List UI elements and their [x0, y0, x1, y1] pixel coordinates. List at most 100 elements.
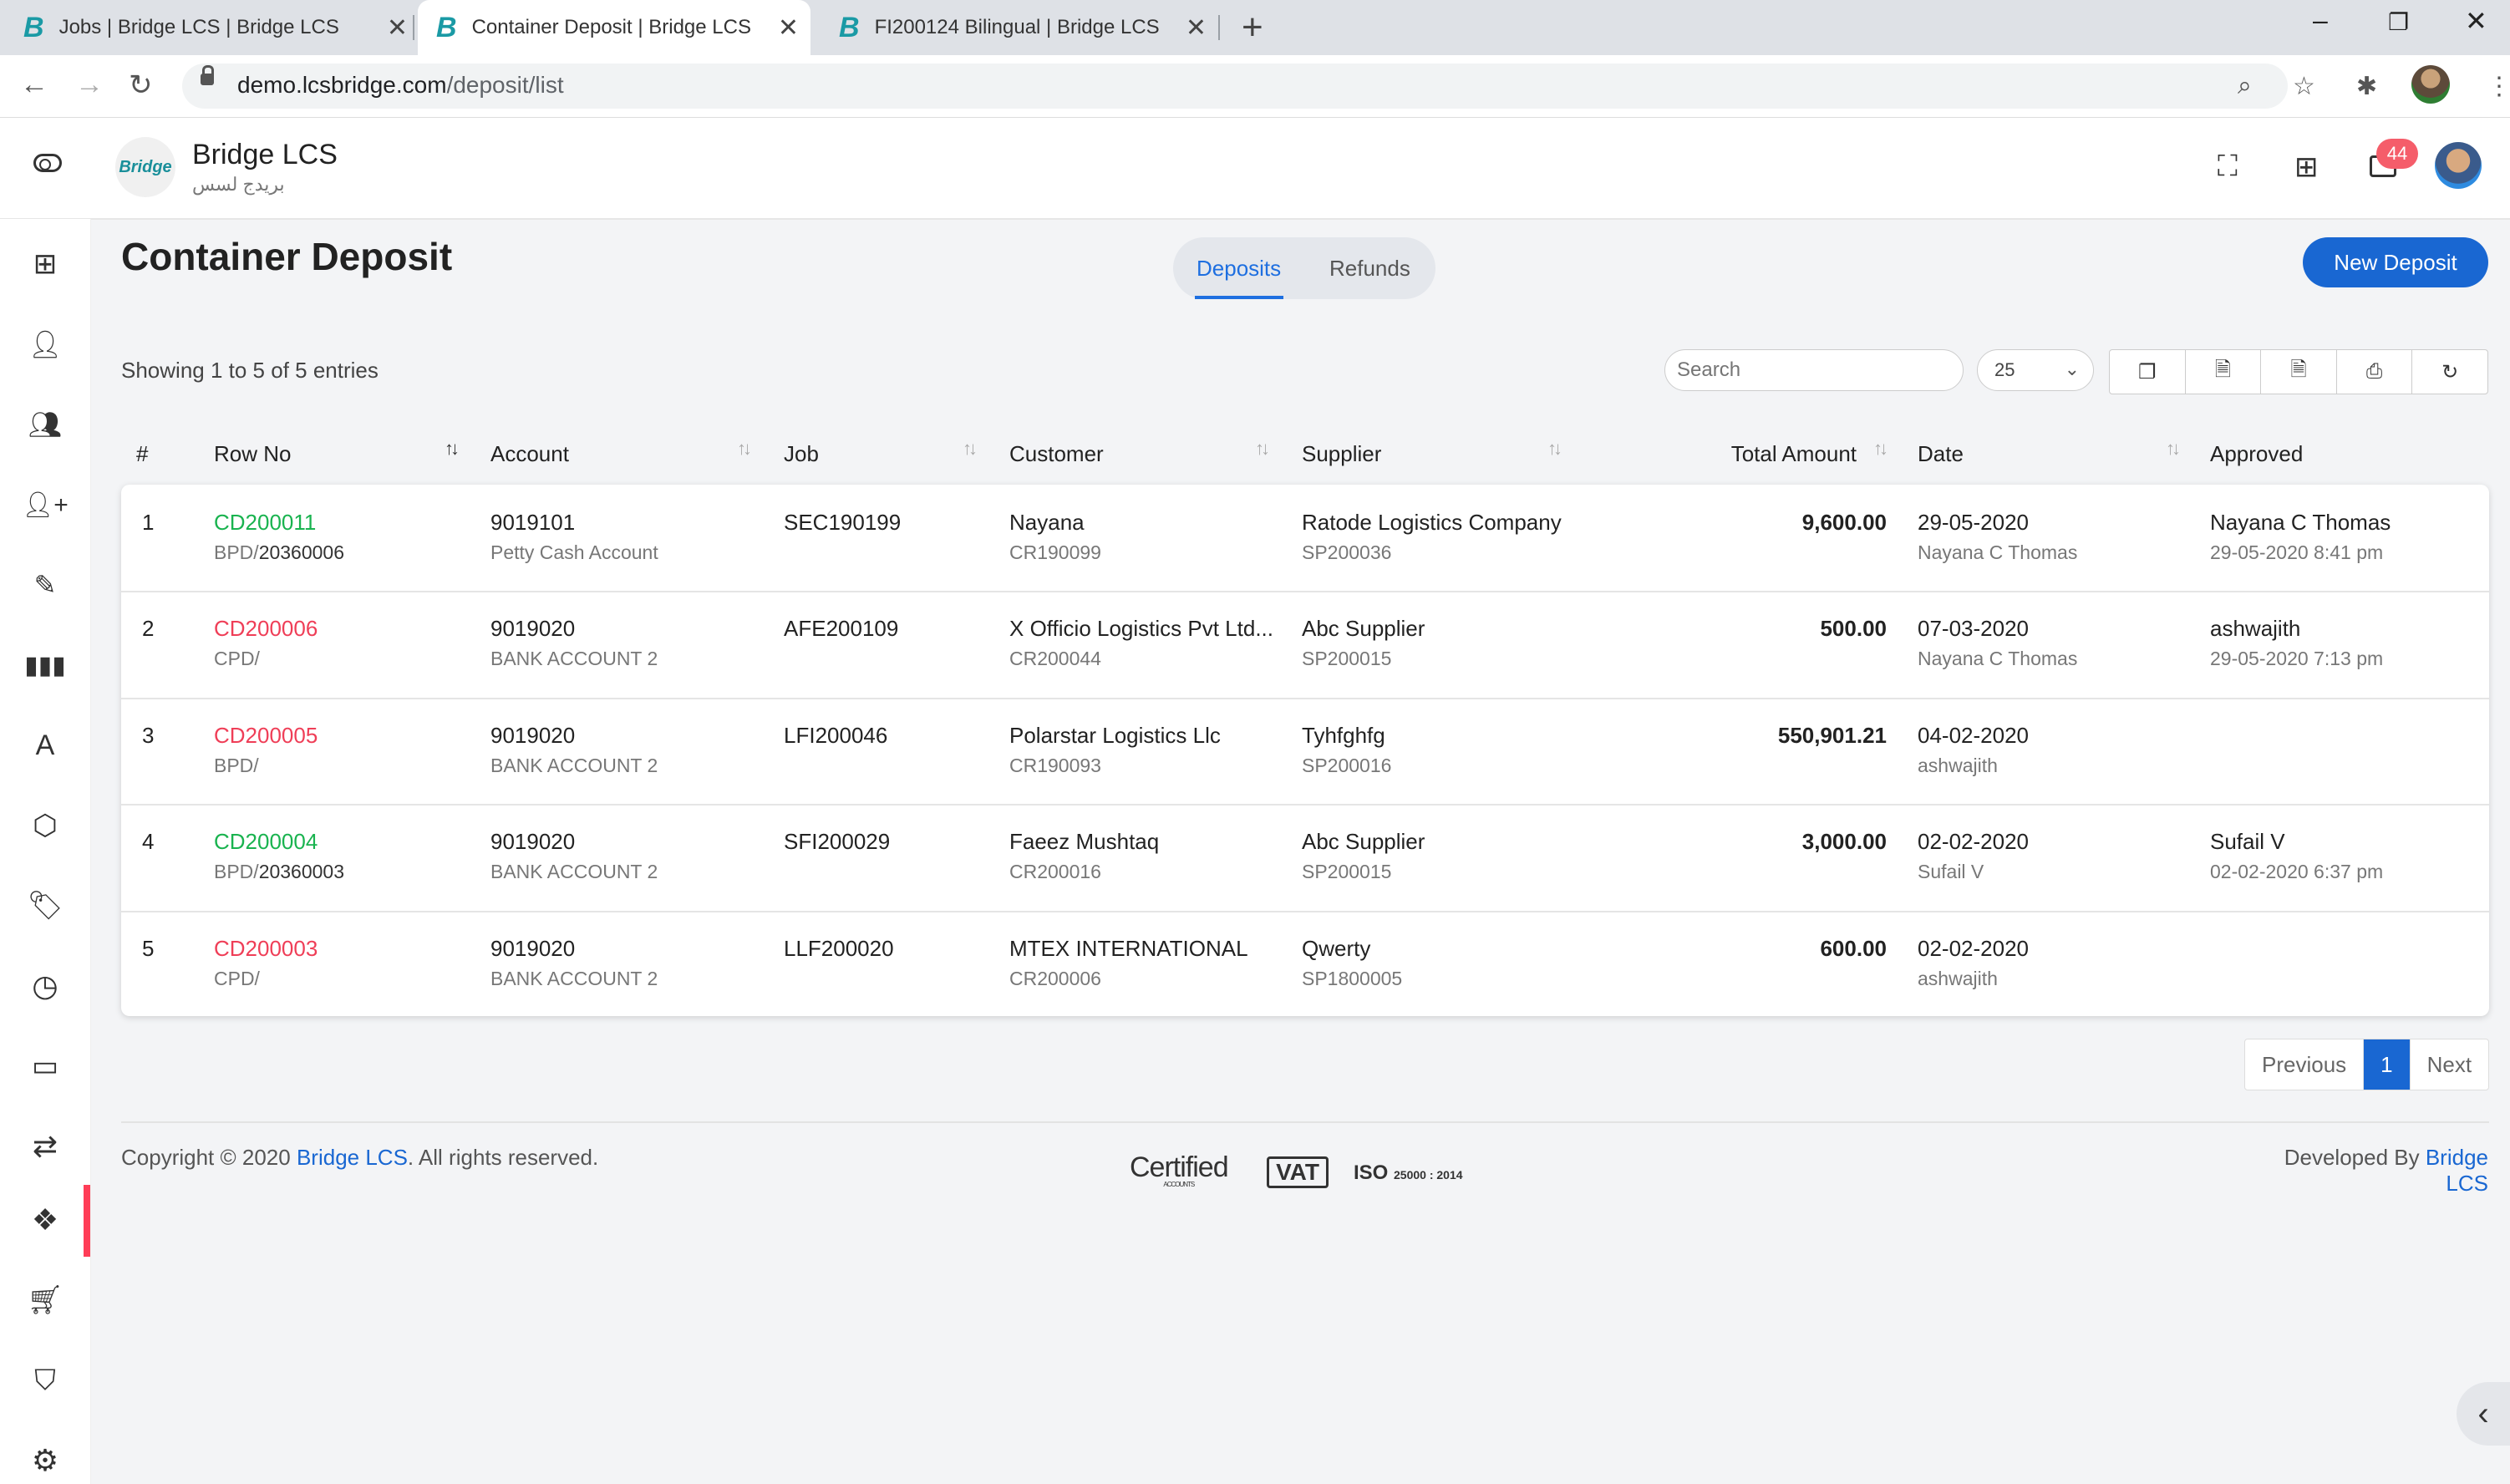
job-number: SEC190199 [784, 510, 902, 535]
sidebar-add-user-icon[interactable]: 👤︎+ [22, 481, 69, 528]
restore-icon[interactable]: ❐ [2388, 8, 2409, 36]
row-no-link[interactable]: CD200011 [214, 510, 316, 536]
close-window-icon[interactable]: ✕ [2465, 5, 2487, 37]
sidebar-repeat-icon[interactable]: ⇄ [22, 1123, 69, 1170]
sidebar-tag-icon[interactable]: 🏷︎ [22, 882, 69, 929]
close-tab-icon[interactable]: ✕ [778, 13, 799, 43]
sort-icon[interactable]: ↑↓ [1547, 438, 1562, 460]
excel-icon[interactable]: 🗎︎ [2261, 350, 2337, 394]
sidebar-clock-icon[interactable]: ◷ [22, 963, 69, 1009]
sort-icon[interactable]: ↑↓ [963, 438, 978, 460]
tab-deposits[interactable]: Deposits [1197, 256, 1281, 282]
print-icon[interactable]: ⎙ [2337, 350, 2413, 394]
sidebar-toggle-icon[interactable] [33, 154, 62, 172]
browser-profile-avatar[interactable] [2411, 65, 2450, 104]
payment-ref: CPD/ [214, 648, 260, 670]
reload-icon[interactable]: ↻ [129, 69, 153, 102]
browser-tab-jobs[interactable]: B Jobs | Bridge LCS | Bridge LCS ✕ [23, 0, 408, 55]
new-deposit-button[interactable]: New Deposit [2303, 237, 2488, 287]
bookmark-star-icon[interactable]: ☆ [2293, 72, 2315, 101]
ref-prefix: BPD/ [214, 541, 259, 563]
bridge-logo[interactable]: Bridge [115, 137, 175, 197]
row-no-link[interactable]: CD200005 [214, 723, 318, 749]
export-button-group: ❐ 🗎︎ 🗎︎ ⎙ ↻ [2109, 349, 2488, 394]
search-input[interactable] [1664, 349, 1964, 391]
sort-icon[interactable]: ↑↓ [445, 438, 460, 460]
developed-link[interactable]: Bridge LCS [2426, 1145, 2488, 1196]
brand-name-arabic: بريدج لسس [192, 174, 285, 195]
page-length-select[interactable]: 25 ⌄ [1977, 349, 2094, 391]
lock-icon[interactable] [201, 65, 214, 85]
close-tab-icon[interactable]: ✕ [387, 13, 408, 43]
col-header-customer[interactable]: Customer [1009, 441, 1104, 467]
url-text[interactable]: demo.lcsbridge.com/deposit/list [237, 72, 564, 99]
sidebar-card-icon[interactable]: ▭ [22, 1043, 69, 1090]
next-page-button[interactable]: Next [2411, 1039, 2488, 1090]
sidebar-cart-icon[interactable]: 🛒︎ [22, 1277, 69, 1324]
back-icon[interactable]: ← [20, 69, 48, 101]
refresh-icon[interactable]: ↻ [2412, 350, 2487, 394]
browser-tab-fi200124[interactable]: B FI200124 Bilingual | Bridge LCS ✕ [839, 0, 1207, 55]
sidebar-container-icon[interactable]: ❖ [22, 1197, 69, 1243]
col-header-account[interactable]: Account [490, 441, 569, 467]
row-no-link[interactable]: CD200006 [214, 616, 318, 642]
approved-at: 02-02-2020 6:37 pm [2210, 861, 2384, 882]
sidebar-font-icon[interactable]: A [22, 722, 69, 769]
sidebar-users-icon[interactable]: 👥︎ [22, 401, 69, 448]
previous-page-button[interactable]: Previous [2245, 1039, 2365, 1090]
user-avatar[interactable] [2435, 142, 2482, 189]
sidebar-dashboard-icon[interactable]: ⊞ [22, 241, 69, 287]
sort-icon[interactable]: ↑↓ [1255, 438, 1270, 460]
col-header-total-amount[interactable]: Total Amount [1638, 441, 1857, 467]
apps-grid-icon[interactable]: ⊞ [2294, 150, 2319, 184]
sort-icon[interactable]: ↑↓ [2166, 438, 2181, 460]
col-header-date[interactable]: Date [1918, 441, 1964, 467]
job-number: SFI200029 [784, 829, 891, 854]
csv-icon[interactable]: 🗎︎ [2186, 350, 2262, 394]
tab-title: Jobs | Bridge LCS | Bridge LCS [58, 16, 339, 38]
sort-icon[interactable]: ↑↓ [737, 438, 752, 460]
ref-number: 20360006 [258, 541, 345, 563]
copy-icon[interactable]: ❐ [2110, 350, 2186, 394]
browser-tab-container-deposit[interactable]: B Container Deposit | Bridge LCS | B ✕ [418, 0, 810, 55]
row-divider [121, 591, 2489, 592]
created-by: ashwajith [1918, 968, 1998, 989]
forward-icon[interactable]: → [75, 69, 104, 101]
col-header-supplier[interactable]: Supplier [1302, 441, 1381, 467]
close-tab-icon[interactable]: ✕ [1186, 13, 1207, 43]
page-1-button[interactable]: 1 [2364, 1039, 2411, 1090]
sidebar-settings-icon[interactable]: ⚙ [22, 1437, 69, 1484]
bridge-favicon-icon: B [436, 11, 457, 43]
sidebar-box-icon[interactable]: ⬡ [22, 802, 69, 849]
sidebar-chart-icon[interactable]: ▮▮▮ [22, 642, 69, 689]
sort-icon[interactable]: ↑↓ [1873, 438, 1888, 460]
sidebar-user-icon[interactable]: 👤︎ [22, 321, 69, 368]
row-divider [121, 911, 2489, 912]
row-no-link[interactable]: CD200004 [214, 829, 318, 855]
col-header-job[interactable]: Job [784, 441, 819, 467]
row-no-link[interactable]: CD200003 [214, 936, 318, 962]
account-name: BANK ACCOUNT 2 [490, 648, 658, 669]
copyright-link[interactable]: Bridge LCS [297, 1145, 408, 1170]
extensions-icon[interactable]: ✱ [2356, 72, 2377, 101]
supplier-code: SP200015 [1302, 648, 1392, 669]
chevron-left-icon[interactable]: ‹ [2457, 1382, 2510, 1446]
tab-refunds[interactable]: Refunds [1329, 256, 1410, 282]
minimize-icon[interactable]: – [2313, 5, 2328, 36]
browser-menu-icon[interactable]: ⋮ [2487, 72, 2510, 101]
zoom-icon[interactable]: ⌕ [2238, 72, 2252, 100]
account-name: BANK ACCOUNT 2 [490, 755, 658, 776]
new-tab-icon[interactable]: + [1242, 7, 1263, 48]
fullscreen-icon[interactable]: ⛶ [2218, 150, 2238, 183]
tab-divider [413, 15, 414, 40]
col-header-number[interactable]: # [136, 441, 148, 467]
col-header-row-no[interactable]: Row No [214, 441, 291, 467]
supplier-name: Qwerty [1302, 936, 1371, 961]
sidebar-edit-icon[interactable]: ✎ [22, 562, 69, 608]
payment-ref: CPD/ [214, 968, 260, 990]
col-header-approved[interactable]: Approved [2210, 441, 2303, 467]
ref-prefix: BPD/ [214, 755, 259, 776]
sidebar-shield-icon[interactable]: ⛉ [22, 1357, 69, 1404]
created-by: Nayana C Thomas [1918, 541, 2078, 563]
customer-name: MTEX INTERNATIONAL [1009, 936, 1248, 961]
